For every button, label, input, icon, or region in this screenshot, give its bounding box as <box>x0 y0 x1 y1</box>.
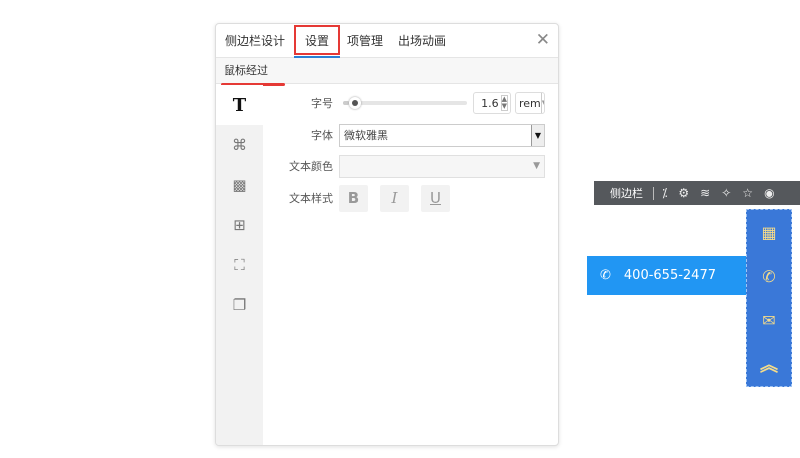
close-icon[interactable]: ✕ <box>536 30 550 50</box>
underline-button[interactable]: U <box>421 184 450 212</box>
text-style-label: 文本样式 <box>289 192 333 205</box>
star-icon[interactable]: ☆ <box>742 186 753 200</box>
tab-sidebar-design[interactable]: 侧边栏设计 <box>225 24 285 58</box>
spinner-icon[interactable]: ▲ ▼ <box>500 95 508 111</box>
chevron-down-icon: ▼ <box>540 93 544 113</box>
tab-item-management[interactable]: 项管理 <box>347 24 383 58</box>
highlight-box <box>294 25 340 55</box>
magic-wand-icon[interactable]: ⁒ <box>662 186 667 200</box>
layers-icon[interactable]: ≋ <box>700 186 710 200</box>
phone-popout[interactable]: ✆ 400-655-2477 <box>587 256 746 295</box>
sparkle-icon[interactable]: ✧ <box>721 186 731 200</box>
font-family-label: 字体 <box>311 129 333 142</box>
border-icon[interactable]: ⛶ <box>216 245 263 285</box>
sidebar-column: ▦ ✆ ✉ ︽ <box>746 209 792 387</box>
chevron-down-icon: ▼ <box>533 161 540 171</box>
shadow-icon[interactable]: ❐ <box>216 285 263 325</box>
text-color-picker[interactable]: ▼ <box>339 154 545 178</box>
font-size-input[interactable]: 1.6 ▲ ▼ <box>473 92 511 114</box>
settings-panel: 侧边栏设计 设置 项管理 出场动画 ✕ 鼠标经过 T ⌘ ▩ ⊞ ⛶ ❐ 字号 … <box>215 23 559 446</box>
phone-icon: ✆ <box>600 268 611 283</box>
font-family-select[interactable]: 微软雅黑 ▼ <box>339 123 545 147</box>
toolbar-title: 侧边栏 <box>610 187 643 200</box>
phone-number: 400-655-2477 <box>623 268 716 283</box>
bold-button[interactable]: B <box>339 184 368 212</box>
layout-icon[interactable]: ⊞ <box>216 205 263 245</box>
font-size-label: 字号 <box>311 97 333 110</box>
eye-icon[interactable]: ◉ <box>764 186 774 200</box>
subtab-hover[interactable]: 鼠标经过 <box>224 58 268 84</box>
back-to-top-icon[interactable]: ︽ <box>747 342 791 386</box>
font-size-value: 1.6 <box>481 96 499 110</box>
tab-animation[interactable]: 出场动画 <box>398 24 446 58</box>
subtabs: 鼠标经过 <box>216 58 558 86</box>
grid-icon[interactable]: ⌘ <box>216 125 263 165</box>
divider <box>653 186 654 200</box>
mail-icon[interactable]: ✉ <box>747 298 791 342</box>
phone-icon[interactable]: ✆ <box>747 254 791 298</box>
chevron-down-icon: ▼ <box>531 124 544 146</box>
font-size-row: 字号 1.6▲▼ rem▼ <box>263 90 558 116</box>
font-family-row: 字体 微软雅黑 ▼ <box>263 122 558 148</box>
font-family-value: 微软雅黑 <box>344 129 388 142</box>
slider-handle[interactable] <box>349 97 362 109</box>
panel-tabs: 侧边栏设计 设置 项管理 出场动画 ✕ <box>216 24 558 58</box>
unit-select[interactable]: rem▼ <box>515 92 545 114</box>
gear-icon[interactable]: ⚙ <box>678 186 689 200</box>
font-size-slider[interactable] <box>343 97 467 109</box>
unit-value: rem <box>519 96 541 110</box>
qrcode-icon[interactable]: ▦ <box>747 210 791 254</box>
text-icon[interactable]: T <box>216 85 263 125</box>
pattern-icon[interactable]: ▩ <box>216 165 263 205</box>
side-nav: T ⌘ ▩ ⊞ ⛶ ❐ <box>216 85 263 445</box>
sidebar-toolbar: 侧边栏 ⁒ ⚙ ≋ ✧ ☆ ◉ <box>594 181 800 205</box>
text-style-row: 文本样式 B I U <box>263 183 558 213</box>
italic-button[interactable]: I <box>380 184 409 212</box>
text-color-row: 文本颜色 ▼ <box>263 153 558 179</box>
text-color-label: 文本颜色 <box>289 160 333 173</box>
